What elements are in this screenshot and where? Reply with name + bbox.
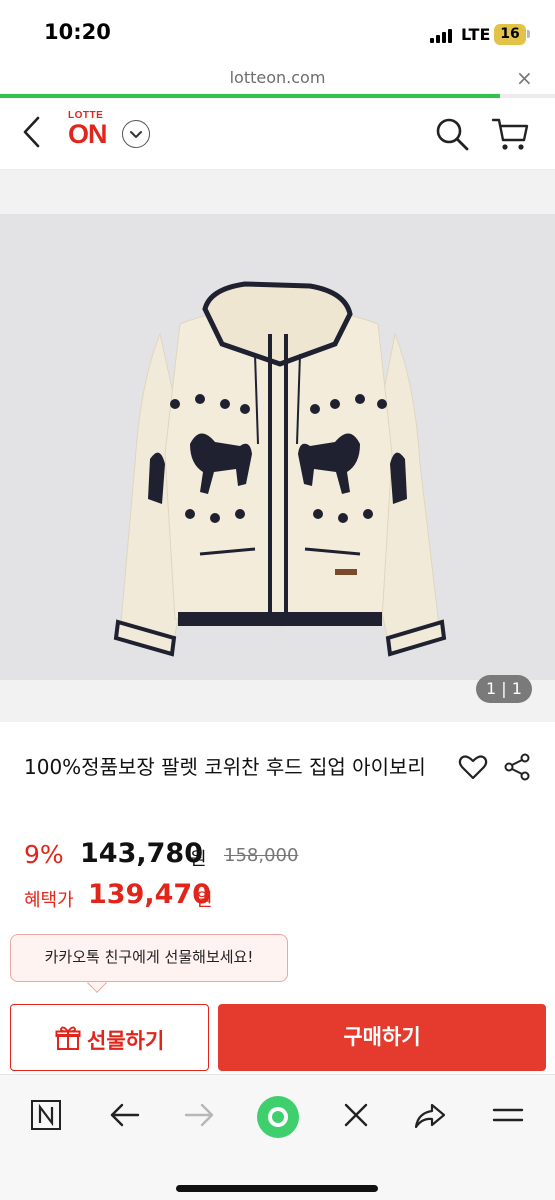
wish-button[interactable] xyxy=(458,752,488,782)
menu-icon xyxy=(492,1108,524,1122)
share-arrow-icon xyxy=(414,1103,446,1129)
buy-button[interactable]: 구매하기 xyxy=(218,1004,546,1071)
arrow-right-icon xyxy=(184,1103,214,1127)
url-text[interactable]: lotteon.com xyxy=(0,68,555,87)
page: 10:20 LTE 16 lotteon.com × LOTTE ON 1 | … xyxy=(0,0,555,1200)
kakao-gift-tooltip: 카카오톡 친구에게 선물해보세요! xyxy=(10,934,288,982)
cardigan-illustration xyxy=(113,281,447,657)
currency-unit: 원 xyxy=(190,849,207,870)
signal-icon xyxy=(430,27,456,43)
home-indicator xyxy=(176,1185,378,1192)
network-type: LTE xyxy=(461,25,491,44)
browser-close-button[interactable] xyxy=(338,1097,378,1137)
arrow-left-icon xyxy=(110,1103,140,1127)
gift-button[interactable]: 선물하기 xyxy=(10,1004,209,1071)
share-icon xyxy=(504,753,530,781)
back-button[interactable] xyxy=(16,112,50,152)
battery-icon: 16 xyxy=(494,24,526,45)
chevron-left-icon xyxy=(23,116,40,148)
browser-toolbar xyxy=(0,1074,555,1200)
product-title: 100%정품보장 팔렛 코위찬 후드 집업 아이보리 xyxy=(24,755,426,779)
sale-price: 143,780 xyxy=(80,838,203,869)
gift-button-label: 선물하기 xyxy=(87,1029,165,1053)
gift-icon xyxy=(55,1026,81,1050)
search-icon xyxy=(436,118,469,151)
original-price: 158,000 xyxy=(224,845,299,866)
benefit-currency-unit: 원 xyxy=(196,890,213,911)
product-gallery[interactable]: 1 | 1 xyxy=(0,170,555,722)
cart-button[interactable] xyxy=(490,114,530,154)
image-counter: 1 | 1 xyxy=(476,675,532,703)
logo[interactable]: LOTTE ON xyxy=(68,110,114,150)
green-dot-button[interactable] xyxy=(256,1095,300,1139)
close-icon[interactable]: × xyxy=(516,66,533,90)
naver-button[interactable] xyxy=(28,1097,68,1137)
search-button[interactable] xyxy=(434,116,470,152)
browser-share-button[interactable] xyxy=(412,1097,452,1137)
discount-rate: 9% xyxy=(24,840,64,869)
benefit-label: 혜택가 xyxy=(24,890,74,911)
logo-dropdown-button[interactable] xyxy=(122,120,150,148)
browser-back-button[interactable] xyxy=(106,1097,146,1137)
browser-menu-button[interactable] xyxy=(490,1097,530,1137)
cart-icon xyxy=(491,118,529,150)
naver-n-icon xyxy=(31,1100,61,1130)
status-time: 10:20 xyxy=(44,20,111,44)
benefit-price: 139,470 xyxy=(88,879,211,910)
browser-forward-button[interactable] xyxy=(182,1097,222,1137)
green-dot-icon xyxy=(257,1096,299,1138)
product-image[interactable] xyxy=(0,214,555,680)
logo-main-text: ON xyxy=(68,119,107,149)
battery-nub xyxy=(527,30,530,38)
heart-icon xyxy=(458,755,488,780)
url-bar[interactable]: lotteon.com × xyxy=(0,62,555,96)
chevron-down-icon xyxy=(130,131,142,138)
share-button[interactable] xyxy=(502,752,532,782)
status-bar: 10:20 LTE 16 xyxy=(0,0,555,62)
close-icon xyxy=(344,1103,368,1127)
site-header: LOTTE ON xyxy=(0,98,555,170)
